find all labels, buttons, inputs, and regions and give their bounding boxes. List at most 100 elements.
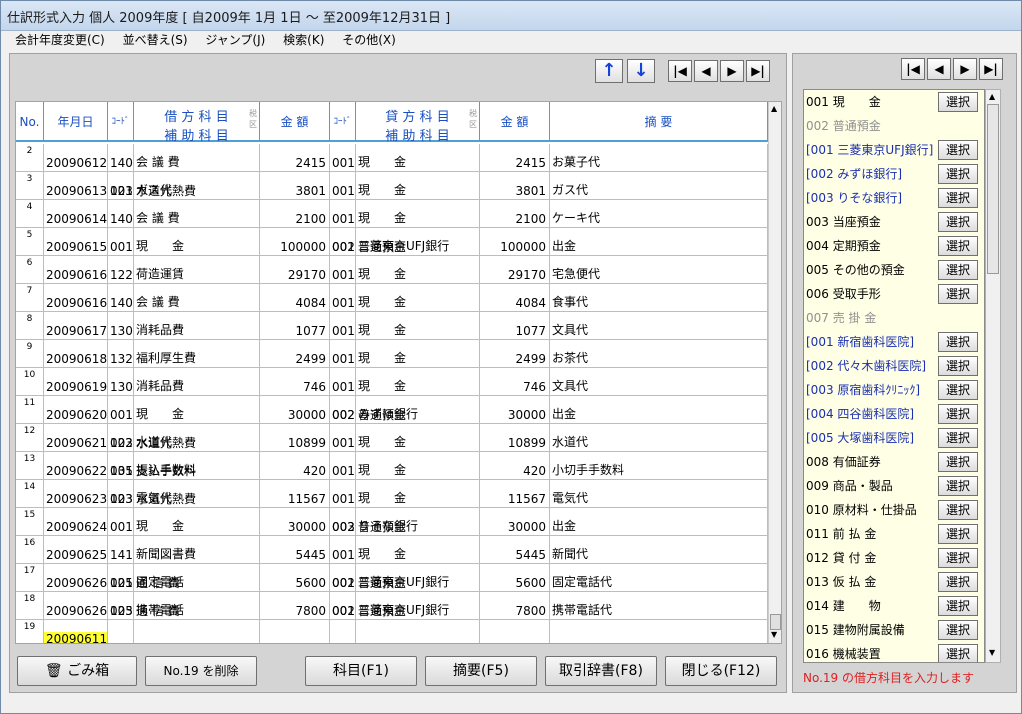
row-debit-amount[interactable]: 29170 (288, 268, 326, 282)
grid-cell[interactable]: 2499 (260, 340, 330, 368)
row-credit-amount[interactable]: 7800 (515, 604, 546, 618)
row-credit-name-main[interactable]: 現 金 (358, 433, 406, 450)
account-item[interactable]: 014 建 物 選択 (804, 594, 984, 618)
account-item[interactable]: 005 その他の預金 選択 (804, 258, 984, 282)
scroll-up-icon[interactable]: ▲ (771, 104, 777, 113)
row-credit-name-main[interactable]: 現 金 (358, 461, 406, 478)
grid-cell[interactable]: 現 金 (356, 424, 480, 452)
grid-cell[interactable]: 宅急便代 (550, 256, 768, 284)
grid-cell[interactable]: 現 金 (134, 396, 260, 424)
row-debit-amount[interactable]: 7800 (295, 604, 326, 618)
row-debit-amount[interactable]: 420 (303, 464, 326, 478)
row-memo[interactable]: 食事代 (552, 293, 588, 310)
account-item[interactable]: 002 普通預金 (804, 114, 984, 138)
row-date[interactable]: 20090623 (46, 492, 107, 506)
grid-cell[interactable]: 002 001 (330, 592, 356, 620)
close-button[interactable]: 閉じる(F12) (665, 656, 777, 686)
row-credit-name-main[interactable]: 現 金 (358, 153, 406, 170)
row-credit-code-main[interactable]: 001 (332, 380, 355, 394)
grid-cell[interactable]: 現 金 (356, 536, 480, 564)
grid-cell[interactable] (550, 620, 768, 643)
table-row[interactable]: 4 20090614 140 会 議 費 2100 001 現 金 2100 ケーキ代 (16, 200, 768, 228)
row-debit-name-main[interactable]: 水道代 (136, 433, 172, 450)
row-credit-name-main[interactable]: 現 金 (358, 321, 406, 338)
row-credit-amount[interactable]: 4084 (515, 296, 546, 310)
grid-cell[interactable]: 現 金 (356, 452, 480, 480)
select-button[interactable]: 選択 (938, 284, 978, 304)
grid-cell[interactable]: 20090611 (44, 620, 108, 643)
grid-cell[interactable]: 14 (16, 480, 44, 508)
grid-cell[interactable]: 3801 (260, 172, 330, 200)
row-date[interactable]: 20090621 (46, 436, 107, 450)
grid-cell[interactable]: 11 (16, 396, 44, 424)
grid-cell[interactable]: 001 (330, 284, 356, 312)
grid-cell[interactable]: 130 (108, 312, 134, 340)
grid-cell[interactable]: 消耗品費 (134, 368, 260, 396)
row-debit-code-main[interactable]: 001 (110, 576, 133, 590)
row-date[interactable]: 20090617 (46, 324, 107, 338)
row-debit-code-main[interactable]: 140 (110, 156, 133, 170)
grid-cell[interactable]: 3801 (480, 172, 550, 200)
acct-next-button[interactable]: ▶ (953, 58, 977, 80)
select-button[interactable]: 選択 (938, 500, 978, 520)
grid-cell[interactable]: 20090622 (44, 452, 108, 480)
row-memo[interactable]: 新聞代 (552, 545, 588, 562)
table-row[interactable]: 12 20090621 123 002 水道光熱費 水道代 10899 001 現 金 10899… (16, 424, 768, 452)
grid-cell[interactable]: 2100 (480, 200, 550, 228)
select-button[interactable]: 選択 (938, 260, 978, 280)
grid-cell[interactable]: 20090617 (44, 312, 108, 340)
row-credit-code-main[interactable]: 003 (332, 520, 355, 534)
row-credit-name-main[interactable]: 三菱東京UFJ銀行 (358, 237, 449, 254)
menu-jump[interactable]: ジャンプ(J) (205, 31, 265, 49)
grid-cell[interactable]: 普通預金 みずほ銀行 (356, 396, 480, 424)
row-debit-amount[interactable]: 100000 (280, 240, 326, 254)
grid-cell[interactable]: 現 金 (356, 340, 480, 368)
select-button[interactable]: 選択 (938, 236, 978, 256)
select-button[interactable]: 選択 (938, 572, 978, 592)
grid-cell[interactable]: 100000 (480, 228, 550, 256)
row-date[interactable]: 20090626 (46, 576, 107, 590)
grid-cell[interactable]: 2415 (260, 144, 330, 172)
row-debit-name-main[interactable]: 消耗品費 (136, 377, 184, 394)
row-debit-code-main[interactable]: 122 (110, 268, 133, 282)
row-memo[interactable]: 文具代 (552, 321, 588, 338)
row-credit-amount[interactable]: 1077 (515, 324, 546, 338)
grid-cell[interactable]: 29170 (480, 256, 550, 284)
grid-cell[interactable]: 出金 (550, 508, 768, 536)
grid-cell[interactable]: 123 002 (108, 424, 134, 452)
account-item[interactable]: 010 原材料・仕掛品 選択 (804, 498, 984, 522)
grid-cell[interactable]: 20090623 (44, 480, 108, 508)
row-debit-name-main[interactable]: 新聞図書費 (136, 545, 196, 562)
row-credit-amount[interactable]: 100000 (500, 240, 546, 254)
row-credit-amount[interactable]: 3801 (515, 184, 546, 198)
grid-cell[interactable]: 002 003 (330, 508, 356, 536)
row-memo[interactable]: 出金 (552, 237, 576, 254)
account-item[interactable]: [004 四谷歯科医院] 選択 (804, 402, 984, 426)
row-debit-amount[interactable]: 10899 (288, 436, 326, 450)
grid-cell[interactable]: 132 (108, 340, 134, 368)
row-credit-amount[interactable]: 5600 (515, 576, 546, 590)
grid-cell[interactable]: 現 金 (356, 480, 480, 508)
grid-cell[interactable]: 4 (16, 200, 44, 228)
row-memo[interactable]: お茶代 (552, 349, 588, 366)
grid-cell[interactable]: 20090615 (44, 228, 108, 256)
row-date[interactable]: 20090620 (46, 408, 107, 422)
account-item[interactable]: 004 定期預金 選択 (804, 234, 984, 258)
acct-scroll-up-icon[interactable]: ▲ (989, 92, 995, 101)
grid-cell[interactable]: 会 議 費 (134, 200, 260, 228)
table-row[interactable]: 3 20090613 123 001 水道光熱費 ガス代 3801 001 現 金 3801 ガス代 (16, 172, 768, 200)
row-debit-name-main[interactable]: 消耗品費 (136, 321, 184, 338)
account-item[interactable]: [003 原宿歯科ｸﾘﾆｯｸ] 選択 (804, 378, 984, 402)
account-item[interactable]: [005 大塚歯科医院] 選択 (804, 426, 984, 450)
row-credit-name-main[interactable]: みずほ銀行 (358, 405, 418, 422)
grid-cell[interactable]: 水道代 (550, 424, 768, 452)
row-debit-name-main[interactable]: 現 金 (136, 517, 184, 534)
account-button[interactable]: 科目(F1) (305, 656, 417, 686)
grid-cell[interactable]: 17 (16, 564, 44, 592)
select-button[interactable]: 選択 (938, 188, 978, 208)
grid-cell[interactable]: 002 002 (330, 396, 356, 424)
grid-cell[interactable]: 4084 (260, 284, 330, 312)
grid-cell[interactable]: 30000 (480, 396, 550, 424)
grid-cell[interactable]: 現 金 (356, 284, 480, 312)
move-down-button[interactable]: ↓ (627, 59, 655, 83)
